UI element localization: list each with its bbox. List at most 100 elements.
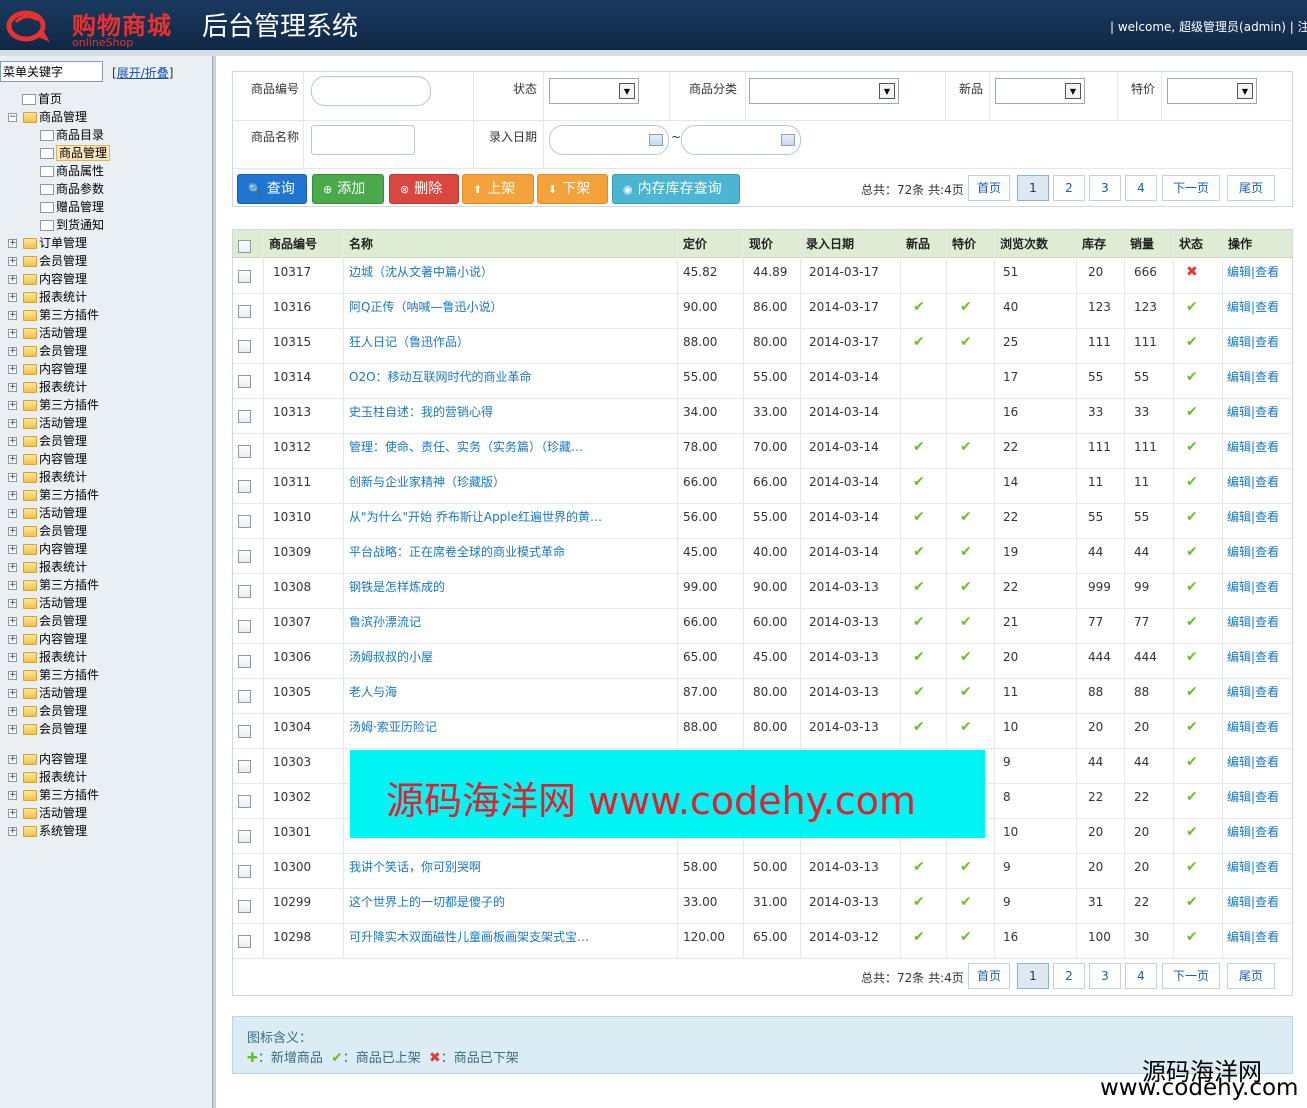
- view-link[interactable]: 查看: [1255, 930, 1279, 944]
- sidebar-item[interactable]: + 订单管理: [8, 234, 87, 252]
- calendar-icon[interactable]: [649, 134, 663, 146]
- cell-name[interactable]: 老人与海: [349, 679, 673, 714]
- table-row[interactable]: 10316 阿Q正传（呐喊—鲁迅小说） 90.00 86.00 2014-03-17 40…: [233, 294, 1292, 329]
- edit-link[interactable]: 编辑: [1227, 860, 1251, 874]
- sidebar-item[interactable]: + 第三方插件: [8, 786, 99, 804]
- view-link[interactable]: 查看: [1255, 370, 1279, 384]
- edit-link[interactable]: 编辑: [1227, 300, 1251, 314]
- expand-icon[interactable]: +: [8, 365, 17, 374]
- cell-name[interactable]: 钢铁是怎样炼成的: [349, 574, 673, 609]
- expand-icon[interactable]: +: [8, 329, 17, 338]
- row-checkbox[interactable]: [238, 865, 251, 878]
- sidebar-item[interactable]: + 报表统计: [8, 648, 87, 666]
- name-input[interactable]: [311, 125, 415, 155]
- edit-link[interactable]: 编辑: [1227, 440, 1251, 454]
- expand-icon[interactable]: +: [8, 509, 17, 518]
- cell-name[interactable]: 汤姆·索亚历险记: [349, 714, 673, 749]
- select-all-checkbox[interactable]: [238, 240, 251, 253]
- shelf-down-button[interactable]: ⬇ 下架: [537, 174, 608, 204]
- col-views[interactable]: 浏览次数: [1000, 230, 1048, 258]
- row-checkbox[interactable]: [238, 655, 251, 668]
- view-link[interactable]: 查看: [1255, 720, 1279, 734]
- row-checkbox[interactable]: [238, 935, 251, 948]
- add-button[interactable]: ⊕ 添加: [312, 174, 384, 204]
- new-select[interactable]: ▼: [995, 78, 1085, 104]
- edit-link[interactable]: 编辑: [1227, 405, 1251, 419]
- expand-icon[interactable]: +: [8, 671, 17, 680]
- row-checkbox[interactable]: [238, 620, 251, 633]
- pager-last-button[interactable]: 尾页: [1227, 175, 1275, 201]
- col-new[interactable]: 新品: [906, 230, 930, 258]
- row-checkbox[interactable]: [238, 515, 251, 528]
- sidebar-item[interactable]: 商品目录: [40, 126, 104, 144]
- sidebar-item[interactable]: + 活动管理: [8, 804, 87, 822]
- col-name[interactable]: 名称: [349, 230, 373, 258]
- edit-link[interactable]: 编辑: [1227, 545, 1251, 559]
- row-checkbox[interactable]: [238, 550, 251, 563]
- col-now-price[interactable]: 现价: [749, 230, 773, 258]
- expand-icon[interactable]: +: [8, 773, 17, 782]
- welcome-text[interactable]: | welcome, 超级管理员(admin) | 注销: [1110, 18, 1307, 35]
- pager-page-1[interactable]: 1: [1017, 175, 1049, 201]
- expand-icon[interactable]: +: [8, 791, 17, 800]
- cell-name[interactable]: 这个世界上的一切都是傻子的: [349, 889, 673, 924]
- sidebar-item[interactable]: + 内容管理: [8, 270, 87, 288]
- cell-name[interactable]: 我讲个笑话，你可别哭啊: [349, 854, 673, 889]
- table-row[interactable]: 10307 鲁滨孙漂流记 66.00 60.00 2014-03-13 21 77 77 ✔ ✔ ✔…: [233, 609, 1292, 644]
- sidebar-item[interactable]: + 会员管理: [8, 342, 87, 360]
- row-checkbox[interactable]: [238, 760, 251, 773]
- expand-icon[interactable]: +: [8, 809, 17, 818]
- col-special[interactable]: 特价: [952, 230, 976, 258]
- expand-icon[interactable]: +: [8, 527, 17, 536]
- view-link[interactable]: 查看: [1255, 580, 1279, 594]
- sidebar-item[interactable]: + 会员管理: [8, 252, 87, 270]
- edit-link[interactable]: 编辑: [1227, 475, 1251, 489]
- expand-icon[interactable]: +: [8, 545, 17, 554]
- row-checkbox[interactable]: [238, 795, 251, 808]
- cell-name[interactable]: 阿Q正传（呐喊—鲁迅小说）: [349, 294, 673, 329]
- expand-icon[interactable]: +: [8, 419, 17, 428]
- expand-icon[interactable]: +: [8, 827, 17, 836]
- expand-icon[interactable]: +: [8, 239, 17, 248]
- expand-icon[interactable]: +: [8, 347, 17, 356]
- col-ops[interactable]: 操作: [1228, 230, 1252, 258]
- pager-page-4[interactable]: 4: [1125, 175, 1157, 201]
- sidebar-item[interactable]: + 活动管理: [8, 504, 87, 522]
- view-link[interactable]: 查看: [1255, 615, 1279, 629]
- view-link[interactable]: 查看: [1255, 825, 1279, 839]
- pager-page-2[interactable]: 2: [1053, 963, 1085, 989]
- sidebar-item[interactable]: + 报表统计: [8, 558, 87, 576]
- date-from-input[interactable]: [549, 125, 669, 155]
- expand-icon[interactable]: +: [8, 401, 17, 410]
- expand-icon[interactable]: +: [8, 437, 17, 446]
- row-checkbox[interactable]: [238, 410, 251, 423]
- delete-button[interactable]: ⊗ 删除: [389, 174, 459, 204]
- sidebar-item[interactable]: + 第三方插件: [8, 486, 99, 504]
- expand-icon[interactable]: +: [8, 275, 17, 284]
- sidebar-item[interactable]: + 报表统计: [8, 768, 87, 786]
- row-checkbox[interactable]: [238, 340, 251, 353]
- expand-icon[interactable]: +: [8, 707, 17, 716]
- cell-name[interactable]: 平台战略：正在席卷全球的商业模式革命: [349, 539, 673, 574]
- cell-name[interactable]: 鲁滨孙漂流记: [349, 609, 673, 644]
- table-row[interactable]: 10317 边城（沈从文著中篇小说） 45.82 44.89 2014-03-17 51 2…: [233, 259, 1292, 294]
- sidebar-item[interactable]: + 内容管理: [8, 360, 87, 378]
- table-row[interactable]: 10300 我讲个笑话，你可别哭啊 58.00 50.00 2014-03-13 9 20 2…: [233, 854, 1292, 889]
- sidebar-item[interactable]: + 内容管理: [8, 630, 87, 648]
- table-row[interactable]: 10312 管理：使命、责任、实务（实务篇）（珍藏… 78.00 70.00 2014-…: [233, 434, 1292, 469]
- row-checkbox[interactable]: [238, 585, 251, 598]
- sidebar-item[interactable]: + 报表统计: [8, 468, 87, 486]
- cell-name[interactable]: 边城（沈从文著中篇小说）: [349, 259, 673, 294]
- table-row[interactable]: 10305 老人与海 87.00 80.00 2014-03-13 11 88 88 ✔ ✔ ✔ 编辑…: [233, 679, 1292, 714]
- sidebar-item[interactable]: + 第三方插件: [8, 576, 99, 594]
- view-link[interactable]: 查看: [1255, 790, 1279, 804]
- view-link[interactable]: 查看: [1255, 545, 1279, 559]
- row-checkbox[interactable]: [238, 830, 251, 843]
- cell-name[interactable]: 可升降实木双面磁性儿童画板画架支架式宝…: [349, 924, 673, 959]
- view-link[interactable]: 查看: [1255, 475, 1279, 489]
- view-link[interactable]: 查看: [1255, 510, 1279, 524]
- edit-link[interactable]: 编辑: [1227, 895, 1251, 909]
- date-to-input[interactable]: [681, 125, 801, 155]
- pager-page-2[interactable]: 2: [1053, 175, 1085, 201]
- sidebar-item[interactable]: + 会员管理: [8, 522, 87, 540]
